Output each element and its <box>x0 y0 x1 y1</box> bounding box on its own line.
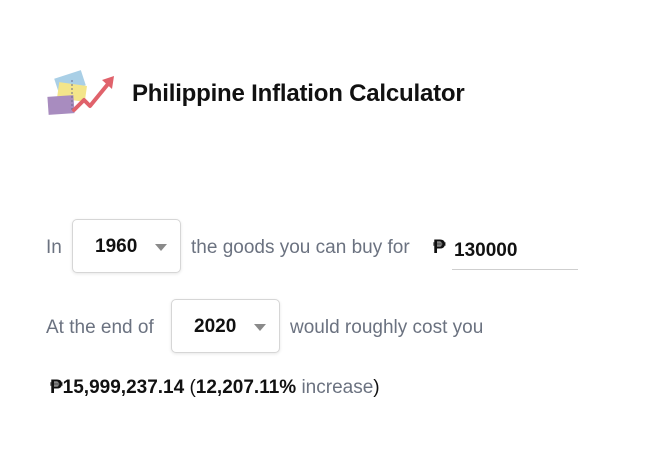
result-value: ₱15,999,237.14 <box>50 377 185 398</box>
chevron-down-icon <box>254 324 266 331</box>
from-year-select[interactable]: 1960 <box>72 219 181 273</box>
from-year-value: 1960 <box>95 236 138 257</box>
result-open-paren: ( <box>184 377 196 398</box>
page: Philippine Inflation Calculator In 1960 … <box>0 0 656 468</box>
result-increase-label: increase <box>296 377 374 398</box>
result-line: ₱15,999,237.14 (12,207.11% increase) <box>50 377 380 399</box>
page-title: Philippine Inflation Calculator <box>132 80 465 107</box>
line2-prefix: At the end of <box>46 317 154 338</box>
result-close-paren: ) <box>373 377 380 398</box>
currency-symbol: ₱ <box>433 237 446 258</box>
line2-suffix: would roughly cost you <box>290 317 484 338</box>
line1-middle-text: the goods you can buy for <box>191 237 410 258</box>
inflation-chart-icon <box>47 70 114 115</box>
amount-input[interactable] <box>452 232 578 270</box>
chevron-down-icon <box>155 244 167 251</box>
result-percent: 12,207.11% <box>195 377 297 398</box>
line1-prefix: In <box>46 237 62 258</box>
to-year-value: 2020 <box>194 316 237 337</box>
to-year-select[interactable]: 2020 <box>171 299 280 353</box>
